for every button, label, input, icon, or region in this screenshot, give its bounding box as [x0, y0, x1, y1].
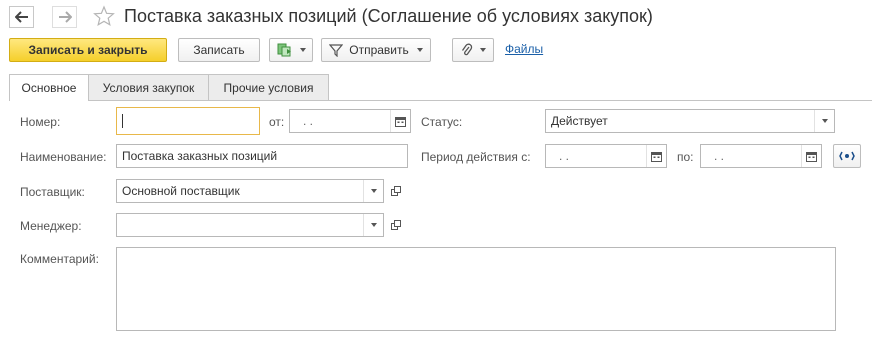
number-input[interactable] [116, 107, 260, 135]
name-input[interactable]: Поставка заказных позиций [116, 144, 408, 168]
files-link[interactable]: Файлы [505, 42, 543, 56]
comment-textarea[interactable] [116, 247, 836, 331]
manager-label: Менеджер: [20, 219, 82, 233]
arrow-right-icon [58, 11, 72, 23]
send-label: Отправить [349, 43, 409, 57]
period-from-value: . . [559, 149, 570, 163]
supplier-select[interactable]: Основной поставщик [116, 179, 384, 203]
save-button[interactable]: Записать [178, 38, 260, 62]
period-to-label: по: [677, 150, 694, 164]
window-title: Поставка заказных позиций (Соглашение об… [124, 6, 653, 26]
forward-button[interactable] [52, 6, 77, 28]
chevron-down-icon [479, 48, 486, 52]
paperclip-icon [461, 43, 472, 56]
comment-label: Комментарий: [20, 252, 99, 266]
from-label: от: [269, 115, 285, 129]
status-label: Статус: [421, 115, 463, 129]
supplier-open-button[interactable] [386, 179, 406, 203]
chevron-down-icon [416, 48, 423, 52]
period-selector-button[interactable] [833, 144, 861, 168]
period-to-input[interactable]: . . [700, 144, 822, 168]
period-to-value: . . [714, 149, 725, 163]
open-form-icon [391, 186, 401, 196]
name-value: Поставка заказных позиций [122, 149, 278, 163]
calendar-icon [651, 151, 662, 162]
tab-divider [9, 100, 872, 101]
period-label: Период действия с: [421, 150, 531, 164]
date-from-input[interactable]: . . [289, 109, 411, 133]
calendar-button[interactable] [801, 145, 821, 167]
attachments-button[interactable] [452, 38, 494, 62]
chevron-down-icon [370, 189, 377, 193]
text-cursor [122, 114, 123, 128]
tab-purchase-conditions[interactable]: Условия закупок [88, 74, 209, 100]
supplier-label: Поставщик: [20, 185, 85, 199]
create-based-on-icon [277, 43, 291, 57]
calendar-button[interactable] [646, 145, 666, 167]
supplier-value: Основной поставщик [122, 184, 240, 198]
manager-open-button[interactable] [386, 213, 406, 237]
status-value: Действует [551, 114, 608, 128]
name-label: Наименование: [20, 150, 107, 164]
status-dropdown-button[interactable] [814, 110, 834, 132]
chevron-down-icon [370, 223, 377, 227]
back-button[interactable] [9, 6, 34, 28]
arrow-left-icon [14, 11, 28, 23]
calendar-icon [806, 151, 817, 162]
send-icon [329, 43, 344, 57]
number-label: Номер: [20, 115, 61, 129]
manager-dropdown-button[interactable] [363, 214, 383, 236]
date-from-value: . . [303, 114, 314, 128]
tab-main[interactable]: Основное [9, 74, 89, 101]
create-based-on-button[interactable] [269, 38, 313, 62]
calendar-button[interactable] [390, 110, 410, 132]
calendar-icon [395, 116, 406, 127]
supplier-dropdown-button[interactable] [363, 180, 383, 202]
period-from-input[interactable]: . . [545, 144, 667, 168]
manager-select[interactable] [116, 213, 384, 237]
send-button[interactable]: Отправить [321, 38, 431, 62]
period-icon [839, 151, 855, 161]
tab-other-conditions[interactable]: Прочие условия [208, 74, 329, 100]
status-select[interactable]: Действует [545, 109, 835, 133]
save-and-close-button[interactable]: Записать и закрыть [9, 38, 167, 62]
star-icon[interactable] [93, 5, 115, 27]
open-form-icon [391, 220, 401, 230]
chevron-down-icon [299, 48, 306, 52]
chevron-down-icon [821, 119, 828, 123]
